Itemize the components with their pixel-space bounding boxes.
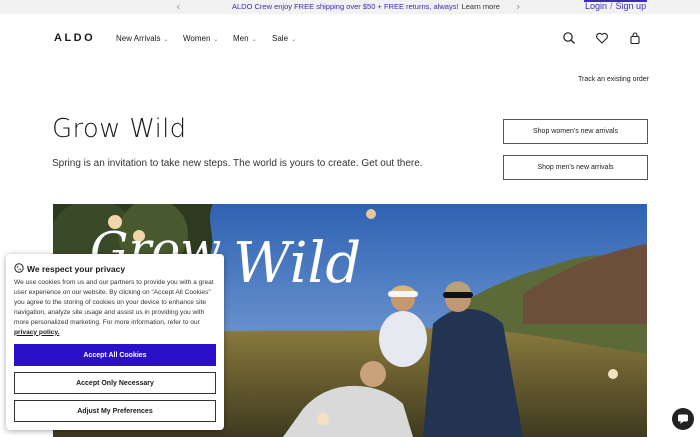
shop-women-button[interactable]: Shop women's new arrivals <box>503 119 648 144</box>
auth-separator: / <box>610 1 613 11</box>
chevron-down-icon: ⌄ <box>251 37 257 43</box>
learn-more-link[interactable]: Learn more <box>462 2 500 11</box>
accept-all-cookies-button[interactable]: Accept All Cookies <box>14 344 216 366</box>
hero-script-wild: Wild <box>233 231 361 296</box>
login-link[interactable]: Login <box>585 1 607 11</box>
bag-icon[interactable] <box>628 31 642 45</box>
track-order-link[interactable]: Track an existing order <box>578 76 649 83</box>
hero-subtitle: Spring is an invitation to take new step… <box>52 158 423 169</box>
accept-necessary-button[interactable]: Accept Only Necessary <box>14 372 216 394</box>
nav-men[interactable]: Men ⌄ <box>233 34 257 43</box>
chevron-right-icon[interactable]: › <box>516 1 520 13</box>
chevron-down-icon: ⌄ <box>291 37 297 43</box>
page-title: Grow Wild <box>52 114 187 144</box>
chevron-left-icon[interactable]: ‹ <box>176 1 180 13</box>
nav-sale[interactable]: Sale ⌄ <box>272 34 296 43</box>
nav-label: Men <box>233 34 249 43</box>
privacy-policy-link[interactable]: privacy policy. <box>14 329 59 336</box>
nav-label: Women <box>183 34 211 43</box>
promo-bar: ‹ ALDO Crew enjoy FREE shipping over $50… <box>0 0 700 14</box>
search-icon[interactable] <box>562 31 576 45</box>
aldo-logo[interactable]: ALDO <box>54 32 95 44</box>
nav-women[interactable]: Women ⌄ <box>183 34 218 43</box>
signup-link[interactable]: Sign up <box>616 1 647 11</box>
cookie-icon <box>14 263 24 273</box>
cookie-title: We respect your privacy <box>27 264 126 274</box>
promo-text: ALDO Crew enjoy FREE shipping over $50 +… <box>232 2 459 11</box>
chevron-down-icon: ⌄ <box>163 37 169 43</box>
nav-label: New Arrivals <box>116 34 161 43</box>
promo-message: ALDO Crew enjoy FREE shipping over $50 +… <box>232 2 500 11</box>
cookie-body: We use cookies from us and our partners … <box>14 278 214 337</box>
cookie-consent-dialog: We respect your privacy We use cookies f… <box>6 254 224 430</box>
auth-links: Login / Sign up <box>585 1 646 11</box>
nav-new-arrivals[interactable]: New Arrivals ⌄ <box>116 34 168 43</box>
shop-men-button[interactable]: Shop men's new arrivals <box>503 155 648 180</box>
adjust-preferences-button[interactable]: Adjust My Preferences <box>14 400 216 422</box>
chat-button[interactable] <box>672 408 694 430</box>
heart-icon[interactable] <box>595 31 609 45</box>
nav-label: Sale <box>272 34 289 43</box>
chevron-down-icon: ⌄ <box>213 37 219 43</box>
chat-icon <box>678 414 688 424</box>
cookie-body-text: We use cookies from us and our partners … <box>14 279 214 326</box>
